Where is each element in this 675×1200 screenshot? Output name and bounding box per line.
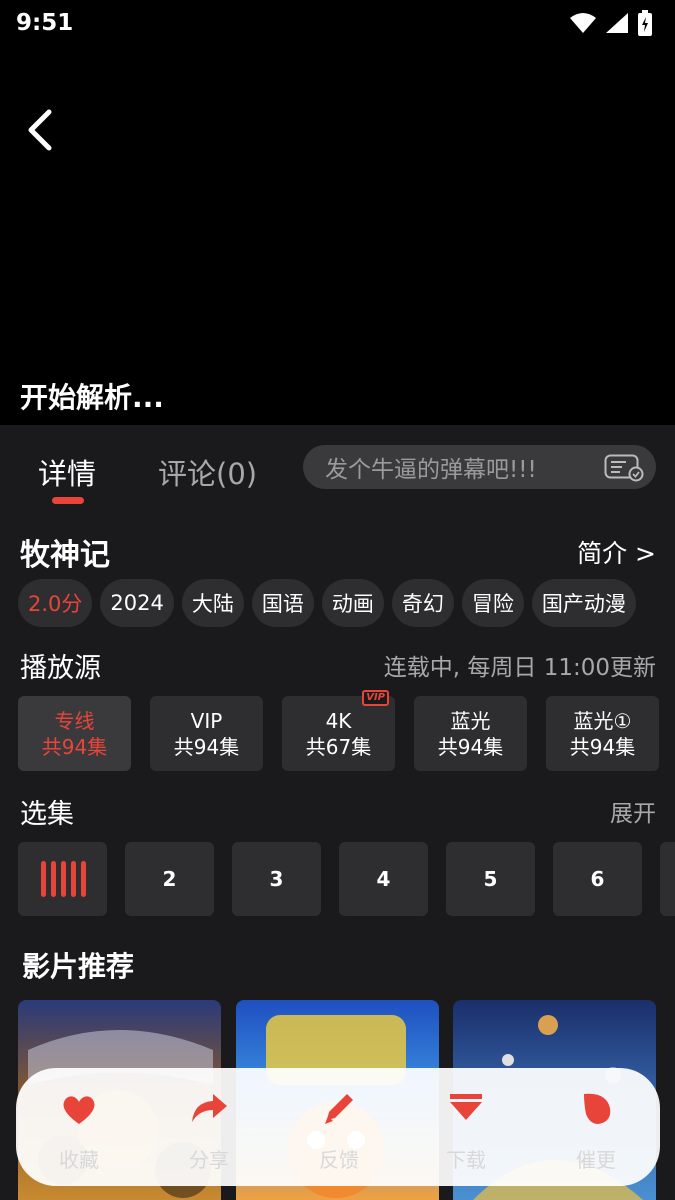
back-button[interactable]	[20, 106, 60, 154]
episode-item[interactable]: 4	[339, 842, 428, 916]
vip-badge: VIP	[362, 690, 389, 706]
source-option[interactable]: 专线 共94集	[18, 696, 131, 771]
action-bar: 收藏 分享 反馈 下载 催更	[16, 1068, 660, 1186]
intro-link[interactable]: 简介 >	[577, 534, 656, 570]
urge-update-button[interactable]: 催更	[541, 1086, 651, 1176]
source-count: 共94集	[41, 734, 108, 759]
download-label: 下载	[446, 1148, 486, 1172]
status-time: 9:51	[16, 10, 74, 36]
source-name: VIP	[190, 708, 223, 733]
tag-list: 2.0分 2024 大陆 国语 动画 奇幻 冒险 国产动漫	[18, 579, 636, 627]
favorite-label: 收藏	[59, 1148, 99, 1172]
share-label: 分享	[189, 1148, 229, 1172]
flame-icon	[584, 1093, 611, 1124]
language-tag[interactable]: 国语	[251, 579, 314, 627]
category-tag[interactable]: 国产动漫	[531, 579, 636, 627]
genre-tag[interactable]: 动画	[321, 579, 384, 627]
sources-title: 播放源	[20, 653, 101, 684]
source-count: 共94集	[569, 734, 636, 759]
tab-details[interactable]: 详情	[38, 451, 96, 493]
share-button[interactable]: 分享	[154, 1086, 264, 1176]
episode-item[interactable]: 3	[232, 842, 321, 916]
favorite-button[interactable]: 收藏	[24, 1086, 134, 1176]
genre-tag[interactable]: 奇幻	[391, 579, 454, 627]
tab-active-indicator	[52, 497, 84, 504]
source-name: 专线	[54, 708, 95, 733]
source-option[interactable]: 蓝光 共94集	[414, 696, 527, 771]
episodes-title: 选集	[20, 799, 74, 830]
episode-item[interactable]: 5	[446, 842, 535, 916]
danmaku-placeholder: 发个牛逼的弹幕吧!!!	[325, 457, 537, 483]
sources-header: 播放源 连载中, 每周日 11:00更新	[20, 646, 656, 684]
playing-bars-icon	[40, 861, 86, 897]
source-name: 蓝光①	[573, 708, 632, 733]
heart-icon	[63, 1096, 95, 1124]
pencil-icon	[325, 1094, 353, 1124]
source-option[interactable]: VIP 4K 共67集	[282, 690, 395, 771]
episode-playing[interactable]	[18, 842, 107, 916]
episode-item[interactable]: 6	[553, 842, 642, 916]
source-option[interactable]: 蓝光① 共94集	[546, 696, 659, 771]
source-count: 共94集	[437, 734, 504, 759]
danmaku-settings-icon[interactable]	[604, 454, 644, 482]
download-icon	[450, 1094, 482, 1120]
source-option[interactable]: VIP 共94集	[150, 696, 263, 771]
chevron-left-icon	[28, 109, 52, 151]
battery-icon	[638, 10, 652, 36]
genre-tag[interactable]: 冒险	[461, 579, 524, 627]
rating-tag: 2.0分	[18, 579, 93, 627]
source-list: 专线 共94集 VIP 共94集 VIP 4K 共67集 蓝光 共94集 蓝光①…	[18, 690, 660, 772]
episode-item[interactable]: 2	[125, 842, 214, 916]
feedback-button[interactable]: 反馈	[284, 1086, 394, 1176]
video-player[interactable]: 开始解析...	[0, 46, 675, 425]
episode-list: 2 3 4 5 6	[18, 842, 675, 917]
tab-bar: 详情 评论(0) 发个牛逼的弹幕吧!!!	[0, 425, 675, 510]
source-name: 4K	[325, 708, 352, 733]
share-icon	[192, 1094, 227, 1122]
update-status: 连载中, 每周日 11:00更新	[383, 655, 656, 681]
danmaku-input[interactable]: 发个牛逼的弹幕吧!!!	[303, 445, 656, 489]
recommendations-title: 影片推荐	[22, 950, 135, 983]
feedback-label: 反馈	[319, 1148, 359, 1172]
urge-update-label: 催更	[576, 1148, 616, 1172]
show-title: 牧神记	[20, 538, 110, 573]
signal-icon	[606, 13, 628, 33]
source-count: 共94集	[173, 734, 240, 759]
player-status: 开始解析...	[20, 381, 164, 414]
source-name: 蓝光	[450, 708, 491, 733]
expand-button[interactable]: 展开	[610, 794, 656, 828]
status-icons	[569, 10, 653, 36]
episode-item-partial[interactable]	[660, 842, 675, 916]
year-tag[interactable]: 2024	[100, 579, 174, 627]
status-bar: 9:51	[0, 0, 675, 46]
region-tag[interactable]: 大陆	[181, 579, 244, 627]
tab-comments[interactable]: 评论(0)	[158, 451, 257, 493]
wifi-icon	[570, 13, 596, 33]
title-row: 牧神记 简介 >	[20, 530, 656, 574]
source-count: 共67集	[305, 734, 372, 759]
episodes-header: 选集 展开	[20, 792, 656, 830]
download-button[interactable]: 下载	[411, 1086, 521, 1176]
